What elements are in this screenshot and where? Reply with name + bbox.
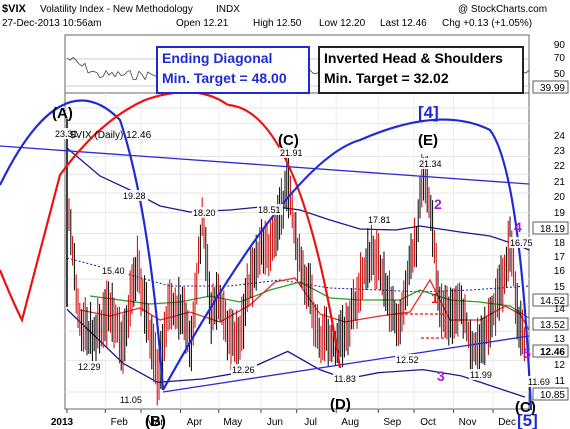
- axis-tick-label: 39.99: [540, 83, 565, 94]
- x-tick-label: Feb: [111, 417, 129, 428]
- ending-diagonal-box: Ending Diagonal Min. Target = 48.00: [156, 46, 310, 94]
- axis-tick-label: 13: [554, 334, 566, 345]
- sub-wave-label: 1: [431, 290, 439, 306]
- x-tick-label: Oct: [420, 417, 436, 428]
- x-tick-label: Jul: [304, 417, 317, 428]
- wave-label: (C): [515, 399, 536, 416]
- price-label: 15.40: [102, 266, 125, 276]
- header-open: Open 12.21: [176, 18, 229, 29]
- head-shoulders-title: Inverted Head & Shoulders: [324, 50, 503, 66]
- axis-tick-label: 16: [554, 266, 566, 277]
- legend-label: $VIX (Daily) 12.46: [70, 130, 152, 141]
- wave-label: (E): [418, 132, 438, 149]
- axis-tick-label: 11: [555, 376, 566, 387]
- axis-tick-label: 12: [554, 360, 566, 371]
- wave-label: [4]: [418, 103, 439, 122]
- price-label: 16.75: [510, 238, 533, 248]
- x-tick-label: Nov: [459, 417, 477, 428]
- header-change: Chg +0.13 (+1.05%): [442, 18, 532, 29]
- price-label: 11.83: [334, 374, 356, 384]
- price-label: 21.34: [419, 159, 442, 169]
- x-tick-label: Dec: [498, 417, 516, 428]
- price-label: 12.26: [232, 365, 255, 375]
- right-axis: 9070503039.9924232221201918.191817161514…: [532, 40, 569, 401]
- header-source: @ StockCharts.com: [458, 4, 547, 15]
- price-label: 21.91: [280, 148, 303, 158]
- x-axis: 2013 Feb Mar Apr May Jun Jul Aug Sep Oct Nov Dec: [51, 409, 516, 428]
- x-tick-label: 2013: [51, 417, 74, 428]
- axis-tick-label: 13.52: [540, 320, 565, 331]
- price-label: 18.51: [258, 205, 281, 215]
- x-tick-label: May: [223, 417, 242, 428]
- axis-tick-label: 24: [554, 131, 566, 142]
- header-exchange: INDX: [216, 4, 240, 15]
- axis-tick-label: 90: [554, 40, 566, 51]
- axis-tick-label: 19: [554, 208, 566, 219]
- wave-label: (B): [145, 413, 166, 429]
- price-label: 18.20: [193, 208, 216, 218]
- axis-tick-label: 10.85: [540, 390, 565, 401]
- axis-tick-label: 70: [554, 53, 566, 64]
- x-tick-label: Apr: [187, 417, 203, 428]
- sub-wave-label: 4: [514, 219, 522, 235]
- header-low: Low 12.20: [319, 18, 366, 29]
- price-label: 11.05: [120, 395, 142, 405]
- axis-tick-label: 20: [554, 192, 566, 203]
- price-label: 19.28: [123, 191, 146, 201]
- axis-tick-label: 23: [554, 146, 566, 157]
- axis-tick-label: 18: [554, 238, 566, 249]
- head-shoulders-box: Inverted Head & Shoulders Min. Target = …: [318, 46, 524, 94]
- axis-tick-label: 17: [554, 252, 566, 263]
- sub-wave-label: 2: [434, 196, 442, 212]
- axis-tick-label: 12.46: [540, 347, 565, 358]
- ending-diagonal-title: Ending Diagonal: [162, 50, 273, 66]
- axis-tick-label: 14: [554, 304, 566, 315]
- price-label: 17.81: [368, 215, 391, 225]
- header-high: High 12.50: [253, 18, 302, 29]
- wave-label: (C): [278, 132, 299, 149]
- axis-tick-label: 15: [554, 282, 566, 293]
- x-tick-label: Aug: [341, 417, 359, 428]
- x-tick-label: Sep: [383, 417, 401, 428]
- header-last: Last 12.46: [380, 18, 427, 29]
- axis-tick-label: 22: [554, 161, 566, 172]
- wave-label: (A): [52, 105, 73, 122]
- wave-label: (D): [330, 396, 351, 413]
- ending-diagonal-target: Min. Target = 48.00: [162, 70, 287, 86]
- axis-tick-label: 21: [554, 177, 566, 188]
- axis-tick-label: 50: [554, 69, 566, 80]
- price-label: 11.99: [470, 370, 492, 380]
- price-label: 12.52: [396, 355, 419, 365]
- sub-wave-label: 3: [437, 368, 445, 384]
- sub-wave-label: 5: [523, 345, 531, 361]
- axis-tick-label: 18.19: [540, 224, 565, 235]
- x-tick-label: Jun: [267, 417, 283, 428]
- price-label: 11.69: [528, 377, 550, 387]
- price-label: 12.29: [78, 362, 101, 372]
- header-name: Volatility Index - New Methodology: [40, 4, 193, 15]
- header-datetime: 27-Dec-2013 10:56am: [2, 18, 102, 29]
- head-shoulders-target: Min. Target = 32.02: [324, 70, 449, 86]
- header-symbol: $VIX: [2, 3, 27, 15]
